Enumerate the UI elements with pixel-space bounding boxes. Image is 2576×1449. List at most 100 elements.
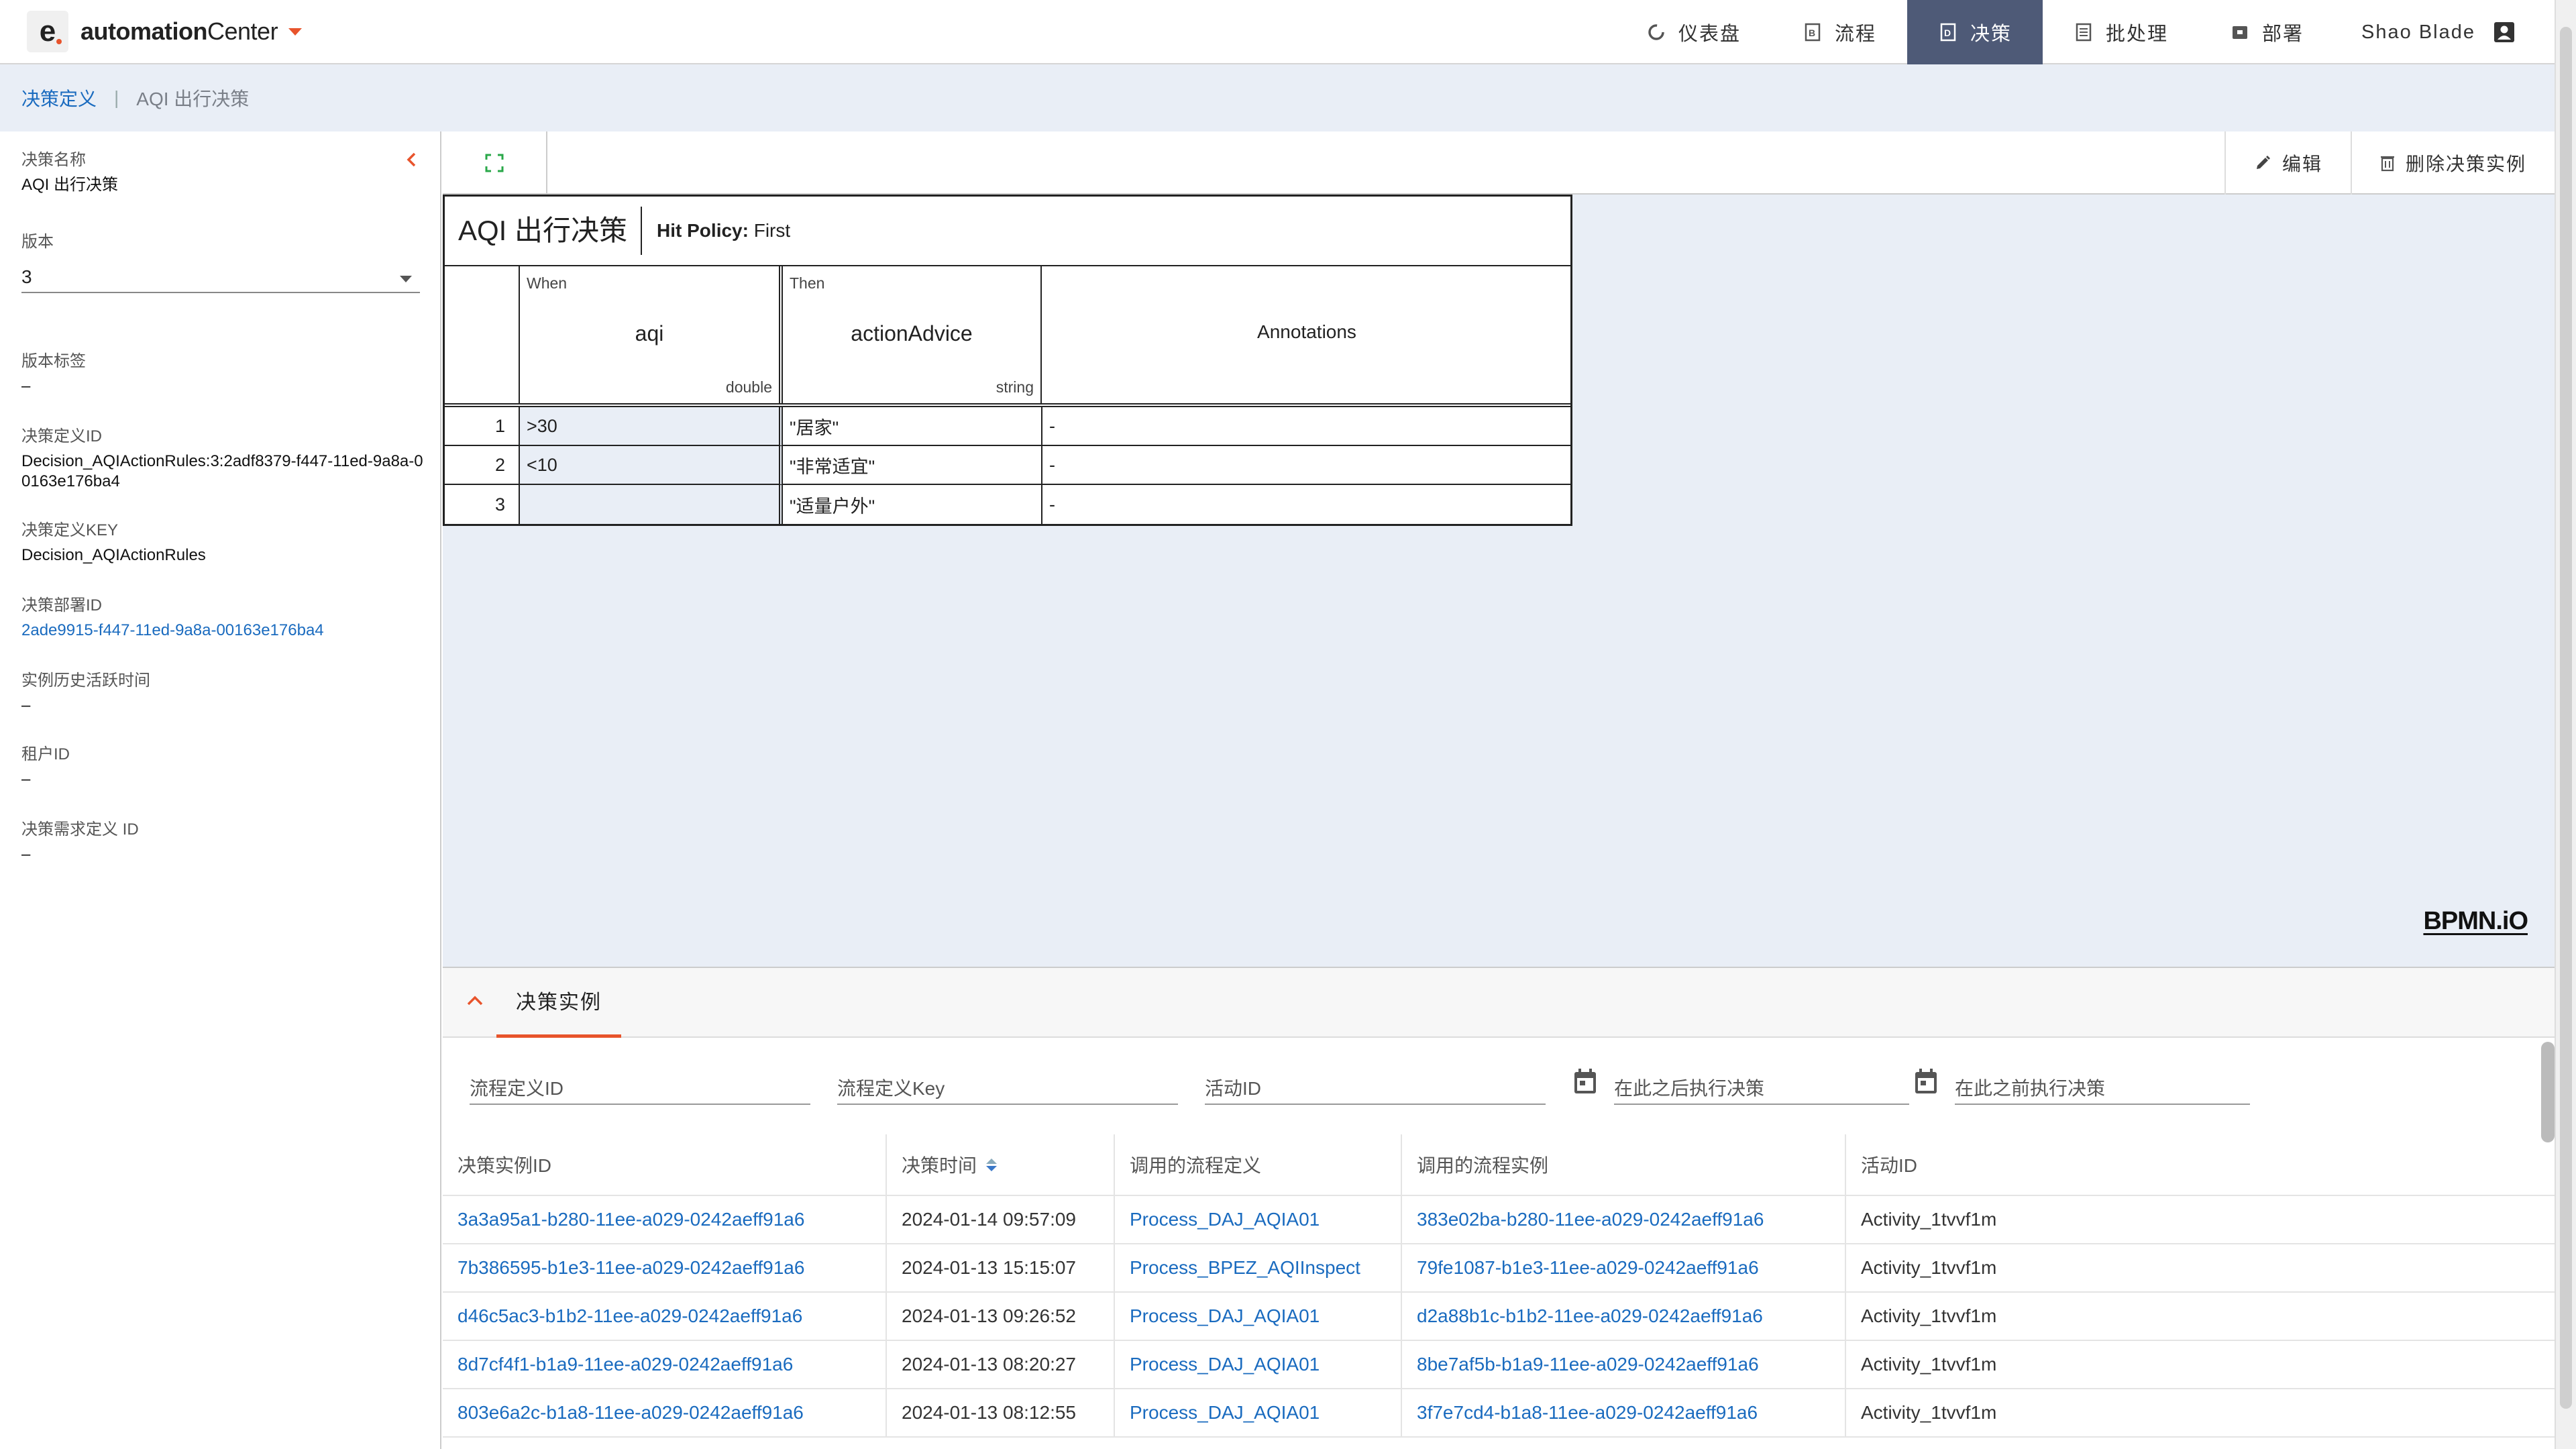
brand-caret-down-icon[interactable] [288,28,303,36]
process-instance-link[interactable]: d2a88b1c-b1b2-11ee-a029-0242aeff91a6 [1402,1293,1846,1340]
version-tag-value: – [21,377,31,395]
window-scrollbar-thumb[interactable] [2560,27,2572,1409]
nav-process[interactable]: B 流程 [1772,0,1907,64]
process-definition-link[interactable]: Process_DAJ_AQIA01 [1115,1196,1402,1243]
column-header-process-definition[interactable]: 调用的流程定义 [1115,1134,1402,1195]
fullscreen-button[interactable] [443,131,547,195]
deployment-id-link[interactable]: 2ade9915-f447-11ed-9a8a-00163e176ba4 [21,621,424,641]
rule-output-cell[interactable]: "适量户外" [783,485,1042,524]
batch-icon [2074,22,2094,42]
rule-annotation-cell[interactable]: - [1042,407,1571,446]
edit-label: 编辑 [2282,154,2322,174]
rule-number-header [445,266,520,403]
instance-id-link[interactable]: 803e6a2c-b1a8-11ee-a029-0242aeff91a6 [443,1389,887,1436]
definition-id-label: 决策定义ID [21,427,102,445]
bpmn-io-logo[interactable]: BPMN.iO [2423,907,2528,936]
process-instance-link[interactable]: 79fe1087-b1e3-11ee-a029-0242aeff91a6 [1402,1244,1846,1291]
executed-after-filter[interactable]: 在此之后执行决策 [1614,1065,1909,1105]
decision-time: 2024-01-14 09:57:09 [887,1196,1115,1243]
calendar-icon[interactable] [1572,1067,1598,1095]
process-instance-link[interactable]: 8be7af5b-b1a9-11ee-a029-0242aeff91a6 [1402,1341,1846,1388]
user-menu[interactable]: Shao Blade [2334,0,2555,64]
svg-text:B: B [1809,28,1817,38]
rule-annotation-cell[interactable]: - [1042,485,1571,524]
edit-button[interactable]: 编辑 [2224,131,2351,195]
sort-icon[interactable] [986,1158,998,1171]
rule-output-cell[interactable]: "居家" [783,407,1042,446]
top-navbar: e automationCenter 仪表盘 B 流程 D 决策 批处理 部署 … [0,0,2555,64]
executed-before-filter[interactable]: 在此之前执行决策 [1955,1065,2250,1105]
process-definition-link[interactable]: Process_DAJ_AQIA01 [1115,1389,1402,1436]
input-column-header[interactable]: When aqi double [520,266,783,403]
decision-table-grid: When aqi double Then actionAdvice string… [445,266,1571,524]
decision-instances-table: 决策实例ID 决策时间 调用的流程定义 调用的流程实例 活动ID 3a3a95a… [443,1134,2555,1438]
annotations-header: Annotations [1042,266,1571,403]
app-logo[interactable]: e [27,11,68,52]
nav-process-label: 流程 [1834,23,1876,45]
field-drd-id: 决策需求定义 ID – [21,816,424,865]
brand-name[interactable]: automationCenter [80,17,278,46]
rule-output-cell[interactable]: "非常适宜" [783,446,1042,485]
column-header-process-instance[interactable]: 调用的流程实例 [1402,1134,1846,1195]
instance-id-link[interactable]: 3a3a95a1-b280-11ee-a029-0242aeff91a6 [443,1196,887,1243]
nav-deploy-label: 部署 [2262,23,2304,45]
rule-input-cell[interactable] [520,485,783,524]
annotations-label: Annotations [1257,321,1356,342]
history-ttl-value: – [21,696,31,714]
output-column-header[interactable]: Then actionAdvice string [783,266,1042,403]
calendar-icon[interactable] [1913,1067,1939,1095]
tenant-id-label: 租户ID [21,745,70,763]
hit-policy-label: Hit Policy: [657,220,749,241]
rule-annotation-cell[interactable]: - [1042,446,1571,485]
column-header-activity-id[interactable]: 活动ID [1846,1134,2555,1195]
deploy-icon [2230,22,2250,42]
window-scrollbar[interactable] [2555,0,2576,1449]
deployment-id-label: 决策部署ID [21,596,102,614]
decision-table: AQI 出行决策 Hit Policy: First When aqi doub… [443,195,1572,526]
dmn-canvas: 编辑 删除决策实例 AQI 出行决策 Hit Policy: First Whe… [443,131,2555,967]
version-select[interactable]: 3 [21,261,420,293]
delete-instances-button[interactable]: 删除决策实例 [2350,131,2555,195]
nav-decision[interactable]: D 决策 [1907,0,2043,64]
instance-id-link[interactable]: d46c5ac3-b1b2-11ee-a029-0242aeff91a6 [443,1293,887,1340]
activity-id: Activity_1tvvf1m [1861,1257,1997,1278]
field-history-ttl: 实例历史活跃时间 – [21,667,424,716]
decision-table-title[interactable]: AQI 出行决策 [445,207,643,255]
trash-icon [2380,156,2394,172]
activity-id-filter[interactable]: 活动ID [1205,1065,1546,1105]
logo-letter: e [39,15,56,48]
drd-id-value: – [21,845,31,863]
rule-input-cell[interactable]: <10 [520,446,783,485]
tab-decision-instances[interactable]: 决策实例 [496,968,621,1038]
process-definition-id-filter[interactable]: 流程定义ID [470,1065,810,1105]
definition-key-label: 决策定义KEY [21,521,119,539]
hit-policy[interactable]: Hit Policy: First [642,220,790,241]
instance-id-link[interactable]: 8d7cf4f1-b1a9-11ee-a029-0242aeff91a6 [443,1341,887,1388]
process-instance-link[interactable]: 383e02ba-b280-11ee-a029-0242aeff91a6 [1402,1196,1846,1243]
nav-dashboard[interactable]: 仪表盘 [1615,0,1772,64]
collapse-chevron-up-icon[interactable] [464,992,486,1008]
panel-scrollbar[interactable] [2541,1042,2555,1142]
delete-instances-label: 删除决策实例 [2405,154,2526,174]
nav-decision-label: 决策 [1970,23,2012,45]
activity-id: Activity_1tvvf1m [1861,1305,1997,1326]
rule-number: 1 [445,407,520,446]
input-name: aqi [635,321,664,345]
instance-id-link[interactable]: 7b386595-b1e3-11ee-a029-0242aeff91a6 [443,1244,887,1291]
process-definition-link[interactable]: Process_BPEZ_AQIInspect [1115,1244,1402,1291]
nav-batch[interactable]: 批处理 [2043,0,2199,64]
rule-number: 2 [445,446,520,485]
process-instance-link[interactable]: 3f7e7cd4-b1a8-11ee-a029-0242aeff91a6 [1402,1389,1846,1436]
rule-input-cell[interactable]: >30 [520,407,783,446]
table-row: 803e6a2c-b1a8-11ee-a029-0242aeff91a6 202… [443,1389,2555,1438]
column-header-decision-time[interactable]: 决策时间 [887,1134,1115,1195]
nav-dashboard-label: 仪表盘 [1678,23,1741,45]
process-definition-key-filter[interactable]: 流程定义Key [837,1065,1178,1105]
column-header-instance-id[interactable]: 决策实例ID [443,1134,887,1195]
breadcrumb-decision-definitions[interactable]: 决策定义 [21,85,97,111]
activity-id: Activity_1tvvf1m [1861,1354,1997,1375]
process-definition-link[interactable]: Process_DAJ_AQIA01 [1115,1341,1402,1388]
nav-deploy[interactable]: 部署 [2199,0,2334,64]
tenant-id-value: – [21,770,31,788]
process-definition-link[interactable]: Process_DAJ_AQIA01 [1115,1293,1402,1340]
